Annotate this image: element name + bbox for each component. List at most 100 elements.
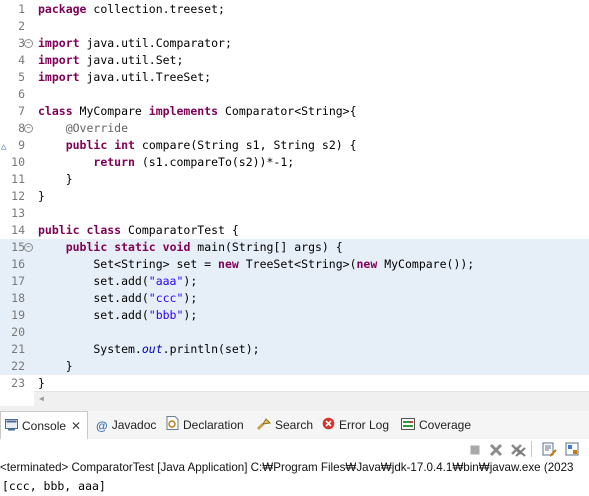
line-gutter[interactable]: 4	[0, 52, 34, 69]
tab-javadoc[interactable]: @ Javadoc	[96, 411, 156, 439]
line-number: 7	[18, 104, 25, 118]
line-gutter[interactable]: 1	[0, 1, 34, 18]
line-gutter[interactable]: 10	[0, 154, 34, 171]
code-line[interactable]: 23}	[0, 375, 589, 392]
code-text[interactable]: package collection.treeset;	[38, 1, 225, 18]
line-number: 20	[11, 325, 25, 339]
line-number: 9	[18, 138, 25, 152]
close-icon[interactable]: ✕	[71, 419, 81, 433]
line-gutter[interactable]: 5	[0, 69, 34, 86]
terminate-icon[interactable]	[468, 442, 482, 456]
editor-horizontal-scrollbar[interactable]: ◀	[34, 391, 589, 406]
code-line[interactable]: 10 return (s1.compareTo(s2))*-1;	[0, 154, 589, 171]
code-text[interactable]: @Override	[38, 120, 128, 137]
code-line[interactable]: 3import java.util.Comparator;	[0, 35, 589, 52]
line-gutter[interactable]: 16	[0, 256, 34, 273]
code-line[interactable]: 7 class MyCompare implements Comparator<S…	[0, 103, 589, 120]
code-line[interactable]: 8 @Override	[0, 120, 589, 137]
line-gutter[interactable]: 15	[0, 239, 34, 256]
code-text[interactable]: set.add("ccc");	[38, 290, 197, 307]
console-toolbar	[0, 439, 589, 459]
code-line[interactable]: 18 set.add("ccc");	[0, 290, 589, 307]
code-line[interactable]: 5 import java.util.TreeSet;	[0, 69, 589, 86]
tab-declaration[interactable]: Declaration	[166, 411, 244, 439]
console-icon	[5, 413, 18, 441]
line-gutter[interactable]: 17	[0, 273, 34, 290]
line-gutter[interactable]: 2	[0, 18, 34, 35]
code-line[interactable]: 20	[0, 324, 589, 341]
code-line[interactable]: 14 public class ComparatorTest {	[0, 222, 589, 239]
line-gutter[interactable]: 13	[0, 205, 34, 222]
tab-error-log[interactable]: Error Log	[322, 411, 389, 439]
line-gutter[interactable]: 22	[0, 358, 34, 375]
tab-search[interactable]: Search	[256, 411, 314, 440]
clear-console-icon[interactable]	[542, 442, 557, 457]
scroll-lock-icon[interactable]	[565, 442, 579, 456]
code-text[interactable]: Set<String> set = new TreeSet<String>(ne…	[38, 256, 474, 273]
line-gutter[interactable]: 21	[0, 341, 34, 358]
code-text[interactable]: }	[38, 358, 73, 375]
remove-all-terminated-icon[interactable]	[510, 442, 526, 457]
console-output[interactable]: [ccc, bbb, aaa]	[2, 478, 106, 495]
fold-collapse-icon[interactable]	[24, 243, 33, 252]
scroll-left-arrow-icon[interactable]: ◀	[39, 394, 44, 403]
coverage-icon	[401, 412, 415, 440]
code-text[interactable]: System.out.println(set);	[38, 341, 259, 358]
code-line[interactable]: 15 public static void main(String[] args…	[0, 239, 589, 256]
code-line[interactable]: 17 set.add("aaa");	[0, 273, 589, 290]
code-text[interactable]: import java.util.Comparator;	[38, 35, 232, 52]
line-gutter[interactable]: 7	[0, 103, 34, 120]
line-gutter[interactable]: 19	[0, 307, 34, 324]
code-text[interactable]: public int compare(String s1, String s2)…	[38, 137, 357, 154]
code-line[interactable]: 16 Set<String> set = new TreeSet<String>…	[0, 256, 589, 273]
tab-declaration-label: Declaration	[183, 418, 244, 432]
code-line[interactable]: 1 package collection.treeset;	[0, 1, 589, 18]
remove-launch-icon[interactable]	[489, 442, 503, 457]
code-text[interactable]: class MyCompare implements Comparator<St…	[38, 103, 357, 120]
tab-console[interactable]: Console ✕	[0, 411, 89, 441]
code-text[interactable]: }	[38, 188, 45, 205]
line-gutter[interactable]: 6	[0, 86, 34, 103]
code-text[interactable]: return (s1.compareTo(s2))*-1;	[38, 154, 294, 171]
fold-collapse-icon[interactable]	[24, 124, 33, 133]
line-gutter[interactable]: 14	[0, 222, 34, 239]
code-line[interactable]: 2	[0, 18, 589, 35]
line-gutter[interactable]: 3	[0, 35, 34, 52]
line-number: 6	[18, 87, 25, 101]
code-editor[interactable]: 1package collection.treeset;23import jav…	[0, 0, 589, 390]
line-number: 2	[18, 19, 25, 33]
line-gutter[interactable]: 9 △	[0, 137, 34, 154]
line-number: 10	[11, 155, 25, 169]
code-text[interactable]: import java.util.TreeSet;	[38, 69, 211, 86]
code-text[interactable]: set.add("bbb");	[38, 307, 197, 324]
code-line[interactable]: 22 }	[0, 358, 589, 375]
line-gutter[interactable]: 23	[0, 375, 34, 392]
line-gutter[interactable]: 8	[0, 120, 34, 137]
fold-collapse-icon[interactable]	[24, 39, 33, 48]
code-line[interactable]: 4 import java.util.Set;	[0, 52, 589, 69]
tab-error-log-label: Error Log	[339, 418, 390, 432]
code-line[interactable]: 6	[0, 86, 589, 103]
code-line[interactable]: 12}	[0, 188, 589, 205]
code-line[interactable]: 19 set.add("bbb");	[0, 307, 589, 324]
line-number: 19	[11, 308, 25, 322]
code-text[interactable]: set.add("aaa");	[38, 273, 197, 290]
error-log-icon	[322, 412, 335, 440]
search-flashlight-icon	[256, 412, 272, 440]
code-line[interactable]: 9 △ public int compare(String s1, String …	[0, 137, 589, 154]
code-line[interactable]: 21 System.out.println(set);	[0, 341, 589, 358]
line-number: 12	[11, 189, 25, 203]
code-text[interactable]: public class ComparatorTest {	[38, 222, 239, 239]
line-gutter[interactable]: 18	[0, 290, 34, 307]
line-gutter[interactable]: 11	[0, 171, 34, 188]
code-line[interactable]: 11 }	[0, 171, 589, 188]
code-text[interactable]: }	[38, 375, 45, 392]
code-text[interactable]: }	[38, 171, 73, 188]
line-gutter[interactable]: 20	[0, 324, 34, 341]
tab-search-label: Search	[275, 418, 314, 432]
code-line[interactable]: 13	[0, 205, 589, 222]
tab-coverage[interactable]: Coverage	[401, 411, 471, 439]
line-gutter[interactable]: 12	[0, 188, 34, 205]
code-text[interactable]: public static void main(String[] args) {	[38, 239, 343, 256]
code-text[interactable]: import java.util.Set;	[38, 52, 183, 69]
